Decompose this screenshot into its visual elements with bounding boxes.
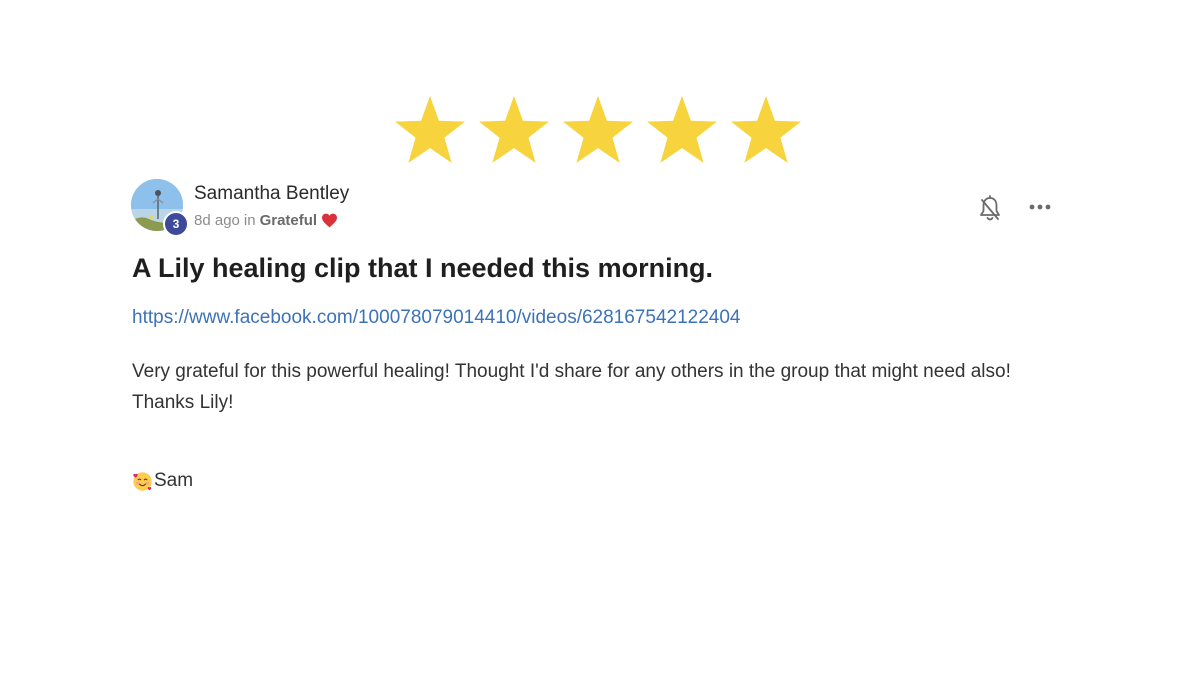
notification-bell-button[interactable] [977, 195, 1003, 223]
star-icon [644, 93, 720, 169]
category-link[interactable]: Grateful [260, 212, 318, 229]
post-title: A Lily healing clip that I needed this m… [132, 253, 714, 283]
post-meta: 8d ago in Grateful [194, 212, 338, 229]
author-name[interactable]: Samantha Bentley [194, 183, 349, 205]
post-header: 3 Samantha Bentley 8d ago in Grateful [131, 179, 1061, 237]
star-icon [560, 93, 636, 169]
star-icon [392, 93, 468, 169]
star-icon [728, 93, 804, 169]
signoff-name: Sam [154, 470, 194, 491]
post-body-thanks: Thanks Lily! [132, 392, 234, 413]
post-signoff: Sam [132, 470, 193, 492]
post-link[interactable]: https://www.facebook.com/100078079014410… [132, 307, 740, 329]
smiling-face-with-hearts-icon [132, 471, 153, 492]
more-horizontal-icon [1027, 204, 1053, 221]
star-rating [392, 93, 808, 169]
level-badge: 3 [163, 211, 189, 237]
post-body: Very grateful for this powerful healing!… [132, 356, 1062, 418]
meta-in-text: in [243, 212, 256, 229]
more-options-button[interactable] [1027, 197, 1053, 217]
bell-off-icon [977, 195, 1003, 227]
post-body-paragraph: Very grateful for this powerful healing!… [132, 361, 1011, 382]
post-time[interactable]: 8d ago [194, 212, 240, 229]
heart-icon [321, 213, 338, 228]
star-icon [476, 93, 552, 169]
